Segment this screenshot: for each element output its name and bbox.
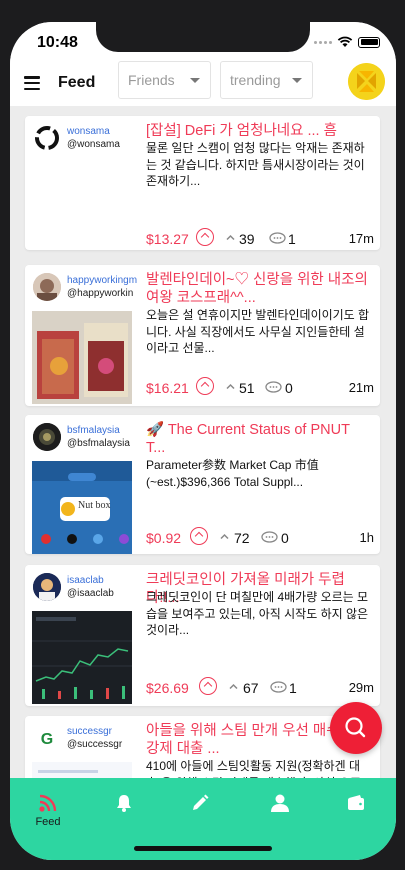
post-stats: $0.92 72 0 1h — [146, 527, 374, 549]
post-votes[interactable]: 39 — [239, 231, 255, 247]
avatar[interactable] — [33, 423, 61, 451]
bell-icon — [117, 795, 131, 812]
caret-down-icon — [190, 78, 200, 83]
tab-notifications[interactable] — [104, 792, 144, 832]
tab-feed-label: Feed — [35, 816, 61, 828]
post-votes[interactable]: 67 — [243, 680, 259, 696]
post-payout[interactable]: $26.69 — [146, 680, 189, 696]
post-payout[interactable]: $13.27 — [146, 231, 189, 247]
post-title[interactable]: 🚀 The Current Status of PNUT T... — [146, 421, 372, 457]
post-payout[interactable]: $16.21 — [146, 380, 189, 396]
post-handle: @wonsama — [67, 139, 120, 150]
chevron-up-icon — [226, 383, 235, 390]
post-votes[interactable]: 72 — [234, 530, 250, 546]
post-payout[interactable]: $0.92 — [146, 530, 181, 546]
status-icons — [314, 36, 380, 48]
post-username[interactable]: bsfmalaysia — [67, 425, 153, 436]
phone-screen: 10:48 Feed Friends trending wonsama @won… — [10, 22, 396, 860]
post-stats: $16.21 51 0 21m — [146, 377, 374, 399]
post-excerpt: 오늘은 설 연휴이지만 발렌타인데이이기도 합니다. 사실 직장에서도 사무실 … — [146, 308, 370, 355]
post-excerpt: 물론 일단 스캠이 엄청 많다는 악재는 존재하는 것 같습니다. 하지만 틈새… — [146, 141, 365, 188]
thumbnail-text: Nut box — [78, 500, 111, 511]
comment-icon[interactable] — [265, 381, 282, 394]
avatar[interactable]: G — [33, 724, 61, 752]
post-age: 29m — [348, 680, 374, 695]
search-button[interactable] — [330, 702, 382, 754]
user-icon — [271, 794, 289, 812]
chevron-up-icon — [229, 683, 238, 690]
svg-text:G: G — [41, 731, 53, 748]
chevron-up-icon — [220, 533, 229, 540]
post-thumbnail[interactable] — [32, 311, 132, 404]
notch — [96, 22, 310, 52]
sort-dropdown-value: trending — [230, 72, 281, 88]
post-excerpt: Parameter参数 Market Cap 市值 (~est.)$396,36… — [146, 458, 319, 489]
sort-dropdown[interactable]: trending — [220, 61, 313, 99]
post-votes[interactable]: 51 — [239, 380, 255, 396]
avatar[interactable] — [33, 573, 61, 601]
post-username[interactable]: wonsama — [67, 126, 153, 137]
post-stats: $13.27 39 1 17m — [146, 228, 374, 250]
status-bar: 10:48 — [10, 22, 396, 66]
post-handle: @successgr — [67, 739, 123, 750]
post-comments: 1 — [288, 231, 296, 247]
post-excerpt: 410에 아들에 스팀잇활동 지원(정확하겐 대출)을 위해 스팀 만개를 매수… — [146, 759, 371, 778]
search-icon — [345, 717, 366, 738]
upvote-icon[interactable] — [190, 527, 208, 545]
comment-icon[interactable] — [261, 531, 278, 544]
home-indicator — [134, 846, 272, 851]
filter-dropdown-value: Friends — [128, 72, 175, 88]
tab-feed[interactable]: Feed — [28, 792, 68, 832]
pencil-icon — [193, 794, 209, 810]
comment-icon[interactable] — [269, 232, 286, 245]
page-title: Feed — [58, 74, 96, 91]
post-title[interactable]: [잡설] DeFi 가 엄청나네요 ... 흠 — [146, 122, 372, 140]
post-card[interactable]: bsfmalaysia @bsfmalaysia Nut box 🚀 The C… — [25, 415, 380, 554]
rss-icon — [39, 794, 57, 812]
post-username[interactable]: successgr — [67, 726, 153, 737]
upvote-icon[interactable] — [199, 677, 217, 695]
post-age: 1h — [359, 530, 374, 545]
tab-profile[interactable] — [260, 792, 300, 832]
avatar[interactable] — [33, 124, 61, 152]
post-excerpt: 크레딧코인이 단 며칠만에 4배가량 오르는 모습을 보여주고 있는데, 아직 … — [146, 590, 369, 637]
hamburger-icon[interactable] — [24, 76, 40, 90]
tab-write[interactable] — [180, 792, 220, 832]
feed-list[interactable]: wonsama @wonsama [잡설] DeFi 가 엄청나네요 ... 흠… — [10, 106, 396, 778]
upvote-icon[interactable] — [196, 377, 214, 395]
post-thumbnail[interactable] — [32, 762, 132, 778]
post-username[interactable]: happyworkingm — [67, 275, 153, 286]
post-card[interactable]: happyworkingm @happyworkin 발렌타인데이~♡ 신랑을 … — [25, 265, 380, 406]
post-card[interactable]: G successgr @successgr 아들을 위해 스팀 만개 우선 매… — [25, 716, 380, 778]
caret-down-icon — [292, 78, 302, 83]
signal-icon — [314, 40, 332, 44]
battery-icon — [358, 36, 380, 48]
post-username[interactable]: isaaclab — [67, 575, 153, 586]
post-thumbnail[interactable] — [32, 611, 132, 704]
comment-icon[interactable] — [270, 681, 287, 694]
post-card[interactable]: wonsama @wonsama [잡설] DeFi 가 엄청나네요 ... 흠… — [25, 116, 380, 250]
post-title[interactable]: 발렌타인데이~♡ 신랑을 위한 내조의 여왕 코스프래^^... — [146, 271, 372, 307]
chevron-up-icon — [226, 234, 235, 241]
post-handle: @happyworkin — [67, 288, 134, 299]
avatar[interactable] — [33, 273, 61, 301]
post-comments: 1 — [289, 680, 297, 696]
post-age: 17m — [348, 231, 374, 246]
status-time: 10:48 — [37, 34, 78, 51]
post-card[interactable]: isaaclab @isaaclab 크레딧코인이 가져올 미래가 두렵다!!.… — [25, 565, 380, 706]
post-stats: $26.69 67 1 29m — [146, 677, 374, 699]
tab-wallet[interactable] — [336, 792, 376, 832]
upvote-icon[interactable] — [196, 228, 214, 246]
wifi-icon — [337, 36, 353, 47]
post-thumbnail[interactable]: Nut box — [32, 461, 132, 554]
header: Feed Friends trending — [10, 61, 396, 106]
hive-logo-icon[interactable] — [348, 63, 385, 100]
post-handle: @bsfmalaysia — [67, 438, 130, 449]
post-age: 21m — [348, 380, 374, 395]
post-handle: @isaaclab — [67, 588, 114, 599]
post-comments: 0 — [285, 380, 293, 396]
filter-dropdown[interactable]: Friends — [118, 61, 211, 99]
wallet-icon — [348, 795, 364, 810]
post-comments: 0 — [281, 530, 289, 546]
